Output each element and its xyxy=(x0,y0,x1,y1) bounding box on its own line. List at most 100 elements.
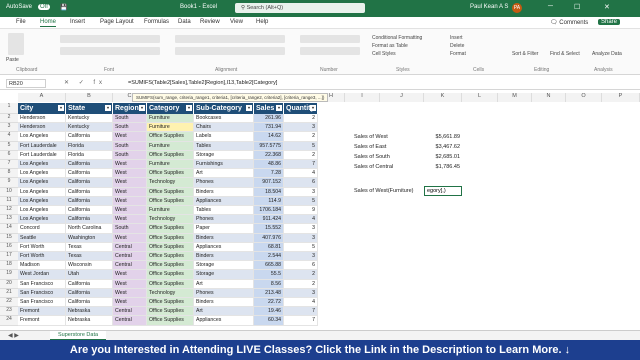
table-cell[interactable]: 957.5775 xyxy=(254,141,284,151)
row-header[interactable]: 21 xyxy=(0,288,18,298)
autosave-toggle[interactable]: Off xyxy=(38,4,50,10)
row-header[interactable]: 2 xyxy=(0,114,18,124)
table-cell[interactable]: Furniture xyxy=(147,160,194,170)
table-cell[interactable]: 2 xyxy=(284,132,318,142)
table-cell[interactable]: South xyxy=(113,224,147,234)
share-button[interactable]: Share xyxy=(598,19,621,25)
table-header-cell[interactable]: State ▾ xyxy=(66,103,113,114)
tab-page-layout[interactable]: Page Layout xyxy=(100,19,134,25)
table-cell[interactable]: 3 xyxy=(284,187,318,197)
table-cell[interactable]: 4 xyxy=(284,169,318,179)
table-cell[interactable]: California xyxy=(66,196,113,206)
table-cell[interactable]: Furniture xyxy=(147,206,194,216)
indent-buttons[interactable] xyxy=(175,47,285,55)
table-cell[interactable]: Office Supplies xyxy=(147,252,194,262)
sheet-nav-icon[interactable]: ◀ ▶ xyxy=(8,332,19,339)
table-cell[interactable]: Art xyxy=(194,169,254,179)
table-cell[interactable]: Chairs xyxy=(194,123,254,133)
table-cell[interactable]: 3 xyxy=(284,252,318,262)
table-cell[interactable]: South xyxy=(113,141,147,151)
table-header-cell[interactable]: Category ▾ xyxy=(147,103,194,114)
font-name-select[interactable] xyxy=(60,35,160,43)
worksheet-grid[interactable]: ABCDEFGHIJKLMNOP1City▾State▾Region▾Categ… xyxy=(0,90,640,330)
table-cell[interactable]: Paper xyxy=(194,224,254,234)
table-cell[interactable]: Binders xyxy=(194,187,254,197)
table-cell[interactable]: Central xyxy=(113,261,147,271)
table-cell[interactable]: Los Angeles xyxy=(18,178,66,188)
column-header[interactable]: M xyxy=(498,93,532,102)
table-cell[interactable]: 48.86 xyxy=(254,160,284,170)
table-cell[interactable]: Nebraska xyxy=(66,316,113,326)
table-cell[interactable]: California xyxy=(66,160,113,170)
table-cell[interactable]: 2 xyxy=(284,279,318,289)
filter-dropdown-icon[interactable]: ▾ xyxy=(246,105,252,111)
table-cell[interactable]: Art xyxy=(194,307,254,317)
alignment-buttons[interactable] xyxy=(175,35,285,43)
table-cell[interactable]: Fort Lauderdale xyxy=(18,141,66,151)
row-header[interactable]: 12 xyxy=(0,206,18,216)
table-cell[interactable]: 665.88 xyxy=(254,261,284,271)
column-header[interactable]: O xyxy=(566,93,602,102)
avatar[interactable]: PA xyxy=(512,3,522,13)
row-header[interactable]: 9 xyxy=(0,178,18,188)
row-header[interactable]: 14 xyxy=(0,224,18,234)
table-cell[interactable]: Office Supplies xyxy=(147,316,194,326)
row-header[interactable]: 22 xyxy=(0,298,18,308)
table-cell[interactable]: Los Angeles xyxy=(18,169,66,179)
minimize-icon[interactable]: ─ xyxy=(548,3,553,10)
table-cell[interactable]: Fort Worth xyxy=(18,242,66,252)
table-cell[interactable]: 22.72 xyxy=(254,298,284,308)
table-cell[interactable]: Office Supplies xyxy=(147,242,194,252)
tab-review[interactable]: Review xyxy=(200,19,220,25)
table-cell[interactable]: Office Supplies xyxy=(147,279,194,289)
row-header[interactable]: 6 xyxy=(0,150,18,160)
table-cell[interactable]: 8.56 xyxy=(254,279,284,289)
row-header[interactable]: 23 xyxy=(0,307,18,317)
comments-button[interactable]: 🗨 Comments xyxy=(550,19,588,26)
table-cell[interactable]: Appliances xyxy=(194,316,254,326)
table-cell[interactable]: West xyxy=(113,215,147,225)
table-cell[interactable]: Office Supplies xyxy=(147,261,194,271)
table-cell[interactable]: 4 xyxy=(284,298,318,308)
table-cell[interactable]: Los Angeles xyxy=(18,196,66,206)
table-cell[interactable]: Office Supplies xyxy=(147,270,194,280)
paste-icon[interactable] xyxy=(8,33,24,55)
table-cell[interactable]: 19.46 xyxy=(254,307,284,317)
save-icon[interactable]: 💾 xyxy=(60,4,67,11)
table-cell[interactable]: Fremont xyxy=(18,307,66,317)
table-cell[interactable]: Central xyxy=(113,242,147,252)
table-header-cell[interactable]: Sales ▾ xyxy=(254,103,284,114)
table-cell[interactable]: Technology xyxy=(147,288,194,298)
table-cell[interactable]: Office Supplies xyxy=(147,233,194,243)
table-cell[interactable]: South xyxy=(113,150,147,160)
table-cell[interactable]: Art xyxy=(194,279,254,289)
row-header[interactable]: 16 xyxy=(0,242,18,252)
table-cell[interactable]: Texas xyxy=(66,252,113,262)
table-cell[interactable]: Kentucky xyxy=(66,123,113,133)
table-cell[interactable]: 5 xyxy=(284,196,318,206)
table-cell[interactable]: San Francisco xyxy=(18,298,66,308)
table-cell[interactable]: Furniture xyxy=(147,141,194,151)
table-cell[interactable]: Storage xyxy=(194,270,254,280)
table-cell[interactable]: Office Supplies xyxy=(147,150,194,160)
name-box[interactable]: RB20 xyxy=(6,79,46,88)
table-cell[interactable]: 2 xyxy=(284,270,318,280)
row-header[interactable]: 7 xyxy=(0,160,18,170)
table-cell[interactable]: Florida xyxy=(66,150,113,160)
table-cell[interactable]: Fremont xyxy=(18,316,66,326)
table-cell[interactable]: 911.424 xyxy=(254,215,284,225)
table-cell[interactable]: 261.96 xyxy=(254,114,284,124)
tab-help[interactable]: Help xyxy=(256,19,268,25)
maximize-icon[interactable]: ☐ xyxy=(574,3,580,11)
table-cell[interactable]: Office Supplies xyxy=(147,187,194,197)
formula-icons[interactable]: ✕ ✓ fx xyxy=(64,79,106,86)
table-cell[interactable]: Utah xyxy=(66,270,113,280)
table-cell[interactable]: 60.34 xyxy=(254,316,284,326)
table-cell[interactable]: California xyxy=(66,215,113,225)
row-header[interactable]: 1 xyxy=(0,103,18,114)
table-cell[interactable]: Office Supplies xyxy=(147,298,194,308)
number-format-select[interactable] xyxy=(300,35,360,43)
table-cell[interactable]: 4 xyxy=(284,215,318,225)
table-cell[interactable]: 7 xyxy=(284,316,318,326)
column-header[interactable]: J xyxy=(380,93,424,102)
